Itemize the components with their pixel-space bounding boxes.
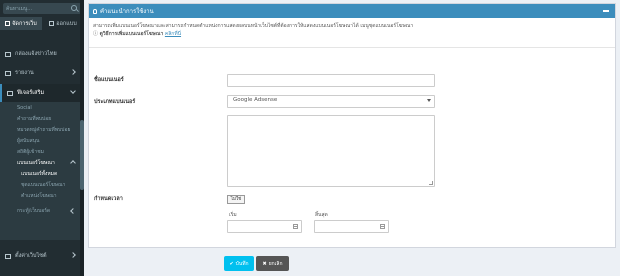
tab-manage-site[interactable]: จัดการเว็บ [0,17,42,30]
chart-icon [5,70,11,76]
schedule-label: กำหนดเวลา [94,196,123,202]
sidebar-tabs: จัดการเว็บ ออกแบบ [0,17,84,30]
sidebar-subitem-ad-positions[interactable]: ตำแหน่งโฆษณา [0,190,80,201]
sidebar-subitem-stats[interactable]: สถิติผู้เข้าชม [0,146,80,157]
home-icon [5,51,11,57]
sidebar: ค้นหาเมนู... จัดการเว็บ ออกแบบ กล่องแจ้ง… [0,0,84,276]
sidebar-item-settings[interactable]: ตั้งค่าเว็บไซต์ [0,247,80,265]
sidebar-submenu: Social คำถามที่พบบ่อย หมวดหมู่คำถามที่พบ… [0,102,80,240]
save-button[interactable]: ✔ บันทึก [224,256,254,271]
calendar-icon[interactable] [380,224,385,229]
end-date-input[interactable] [314,220,389,233]
tab-design[interactable]: ออกแบบ [42,17,84,30]
search-icon[interactable] [71,5,77,11]
banner-type-label: ประเภทแบนเนอร์ [94,99,136,105]
caret-down-icon [427,99,431,102]
banner-type-value: Google Adsense [233,97,278,103]
main-panel: คำแนะนำการใช้งาน สามารถเพิ่มแบนเนอร์โฆษณ… [88,3,616,248]
chevron-left-icon [70,69,76,75]
chevron-left-icon [70,208,76,214]
info-line-2: ⓘ ดูวิธีการเพิ่มแบนเนอร์โฆษณา คลิกที่นี่ [93,31,182,37]
search-input[interactable]: ค้นหาเมนู... [6,5,66,13]
end-label: สิ้นสุด [315,212,328,218]
divider [89,47,615,48]
close-icon: ✖ [262,260,267,267]
sidebar-subitem-sponsors[interactable]: ผู้สนับสนุน [0,135,80,146]
sidebar-subitem-faq[interactable]: คำถามที่พบบ่อย [0,113,80,124]
banner-name-input[interactable] [227,74,435,87]
start-date-input[interactable] [227,220,302,233]
sidebar-scroll-thumb[interactable] [80,120,84,190]
puzzle-icon [7,90,13,96]
chevron-up-icon [70,160,76,166]
chevron-down-icon [70,88,76,94]
collapse-icon[interactable] [603,10,609,12]
list-icon [5,21,11,26]
banner-type-select[interactable]: Google Adsense [227,95,435,108]
search-box[interactable]: ค้นหาเมนู... [3,3,81,14]
cancel-button[interactable]: ✖ ยกเลิก [256,256,289,271]
sidebar-item-news[interactable]: กล่องแจ้งข่าวไทย [0,45,80,63]
start-label: เริ่ม [229,212,237,218]
lightbulb-icon [93,8,97,14]
banner-code-textarea[interactable] [227,115,435,187]
brush-icon [49,21,55,26]
schedule-toggle[interactable]: ไม่ใช่ [227,195,245,204]
sidebar-subitem-social[interactable]: Social [0,102,80,113]
info-icon: ⓘ [93,31,100,37]
sidebar-item-extras[interactable]: ฟีเจอร์เสริม [0,84,80,102]
info-text: สามารถเพิ่มแบนเนอร์โฆษณาและสามารถกำหนดตำ… [93,22,611,38]
panel-header: คำแนะนำการใช้งาน [89,4,615,18]
info-link[interactable]: คลิกที่นี่ [165,31,181,37]
banner-name-label: ชื่อแบนเนอร์ [94,77,124,83]
chevron-left-icon [70,252,76,258]
panel-title: คำแนะนำการใช้งาน [100,8,154,15]
resize-handle-icon[interactable] [429,181,433,185]
sidebar-subitem-faq-category[interactable]: หมวดหมู่คำถามที่พบบ่อย [0,124,80,135]
calendar-icon[interactable] [293,224,298,229]
sidebar-subitem-banner-sets[interactable]: ชุดแบนเนอร์โฆษณา [0,179,80,190]
check-icon: ✔ [229,260,234,267]
sidebar-subitem-banners[interactable]: แบนเนอร์โฆษณา [0,157,80,168]
gear-icon [5,253,11,259]
sidebar-subitem-all-banners[interactable]: แบนเนอร์ทั้งหมด [0,168,80,179]
sidebar-item-reports[interactable]: รายงาน [0,64,80,82]
info-line-1: สามารถเพิ่มแบนเนอร์โฆษณาและสามารถกำหนดตำ… [93,23,414,29]
sidebar-subitem-webboard[interactable]: กระทู้/เว็บบอร์ด [0,205,80,216]
